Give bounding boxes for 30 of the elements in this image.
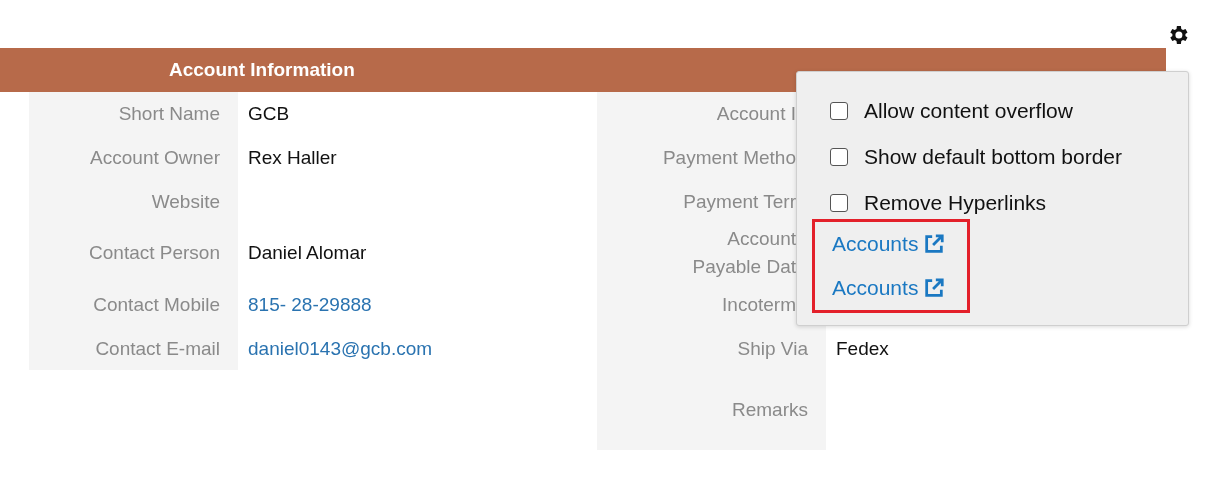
option-label: Allow content overflow xyxy=(864,99,1073,123)
external-link-icon xyxy=(923,277,946,299)
field-label: Short Name xyxy=(29,92,238,136)
field-value: GCB xyxy=(248,103,290,125)
accounts-link[interactable]: Accounts xyxy=(832,232,967,256)
checkbox[interactable] xyxy=(830,148,848,166)
field-link[interactable]: daniel0143@gcb.com xyxy=(248,338,433,360)
field-label: Payment Terr xyxy=(683,190,796,214)
accounts-link[interactable]: Accounts xyxy=(832,276,967,300)
field-value: Fedex xyxy=(836,338,889,360)
field-label: Contact E-mail xyxy=(29,328,238,370)
field-label: Account Owner xyxy=(29,136,238,180)
field-label: Website xyxy=(29,180,238,224)
field-label: Contact Person xyxy=(29,224,238,282)
field-label: Ship Via xyxy=(737,337,808,361)
field-link[interactable]: 815- 28-29888 xyxy=(248,294,372,316)
option-label: Show default bottom border xyxy=(864,145,1122,169)
field-value: Daniel Alomar xyxy=(248,242,367,264)
field-label: Contact Mobile xyxy=(29,282,238,328)
checkbox[interactable] xyxy=(830,194,848,212)
checkbox[interactable] xyxy=(830,102,848,120)
option-label: Remove Hyperlinks xyxy=(864,191,1047,215)
field-label: Incoterm xyxy=(722,293,796,317)
field-value: Rex Haller xyxy=(248,147,337,169)
section-title: Account Information xyxy=(169,59,355,81)
field-label: Payment Metho xyxy=(662,146,796,170)
field-label: Account Payable Dat xyxy=(692,227,796,279)
external-link-icon xyxy=(923,233,946,255)
field-label: Remarks xyxy=(732,398,808,422)
field-label: Account I xyxy=(716,102,796,126)
